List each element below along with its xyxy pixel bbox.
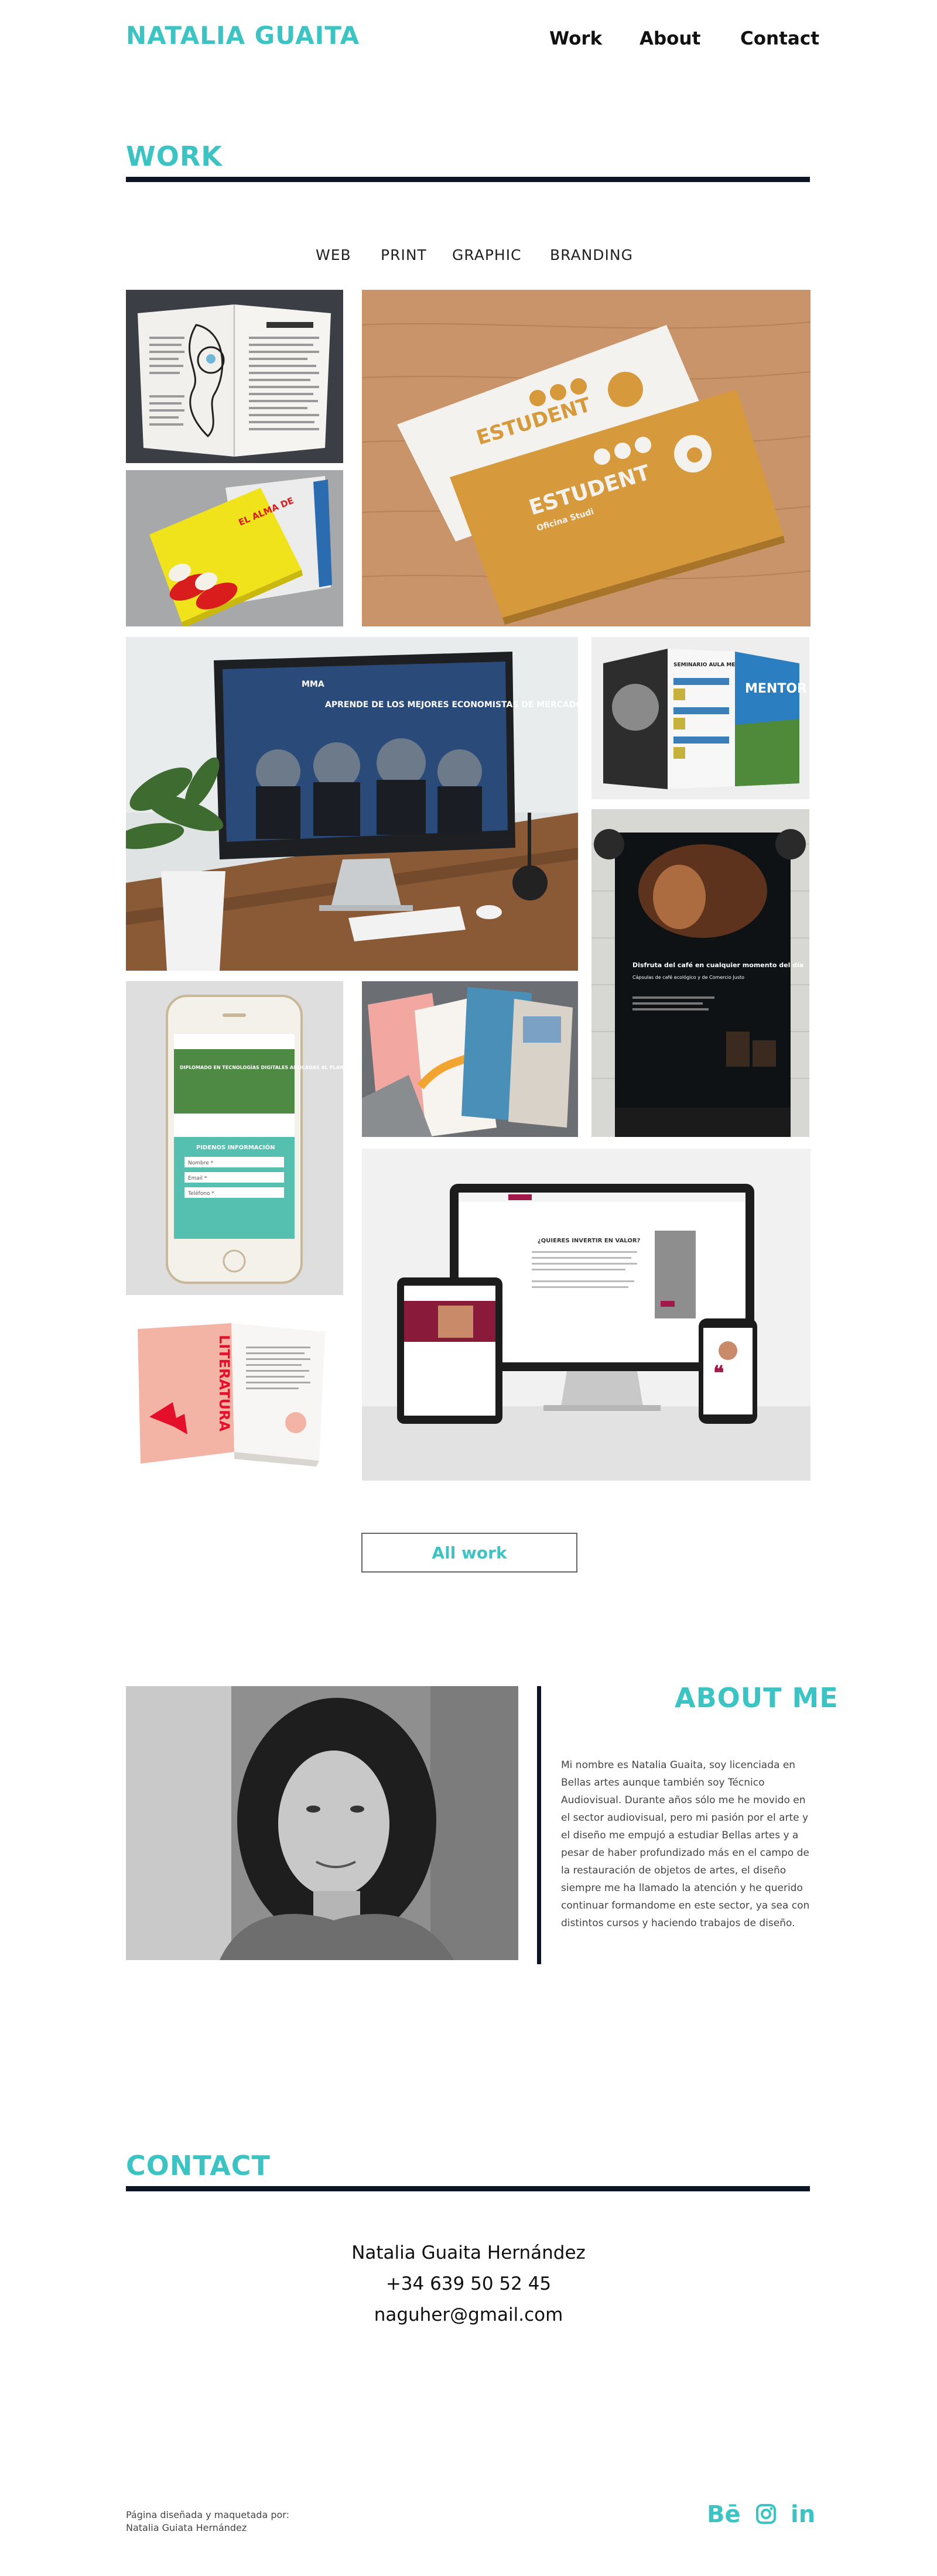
filter-branding[interactable]: BRANDING bbox=[550, 246, 633, 263]
portfolio-tile-brochures[interactable] bbox=[362, 981, 578, 1137]
portfolio-tile-brochure[interactable]: SEMINARIO AULA MENTOR MENTOR bbox=[591, 637, 809, 799]
portfolio-tile-book[interactable]: EL ALMA DE bbox=[126, 470, 343, 626]
all-work-button[interactable]: All work bbox=[361, 1533, 577, 1573]
about-vertical-rule bbox=[537, 1686, 541, 1964]
nav-contact-link[interactable]: Contact bbox=[740, 28, 819, 49]
phone-headline-text: DIPLOMADO EN TECNOLOGÍAS DIGITALES APLIC… bbox=[180, 1064, 343, 1070]
imac-illustration: APRENDE DE LOS MEJORES ECONOMISTAS DE ME… bbox=[126, 637, 578, 971]
portfolio-tile-imac[interactable]: APRENDE DE LOS MEJORES ECONOMISTAS DE ME… bbox=[126, 637, 578, 971]
poster-illustration: Disfruta del café en cualquier momento d… bbox=[591, 829, 809, 1137]
work-section-title: WORK bbox=[126, 141, 223, 172]
contact-section-title: CONTACT bbox=[126, 2150, 271, 2181]
brochure-illustration: SEMINARIO AULA MENTOR MENTOR bbox=[603, 649, 807, 789]
devices-headline-text: ¿QUIERES INVERTIR EN VALOR? bbox=[538, 1238, 641, 1244]
brochures-illustration bbox=[362, 987, 573, 1137]
poster-headline-text: Disfruta del café en cualquier momento d… bbox=[632, 961, 803, 969]
literatura-illustration: LITERATURA bbox=[138, 1323, 325, 1467]
portfolio-tile-literatura[interactable]: LITERATURA bbox=[126, 1306, 343, 1481]
phone-field-phone-text: Teléfono * bbox=[187, 1190, 214, 1197]
portfolio-tile-magazine[interactable] bbox=[126, 290, 343, 463]
linkedin-icon[interactable]: in bbox=[791, 2501, 815, 2528]
nav-work-link[interactable]: Work bbox=[549, 28, 602, 49]
instagram-icon[interactable] bbox=[755, 2503, 777, 2527]
contact-title-rule bbox=[126, 2186, 810, 2191]
filter-graphic[interactable]: GRAPHIC bbox=[452, 246, 522, 263]
imac-brand-text: MMA bbox=[302, 680, 324, 689]
brochure-brand-text: MENTOR bbox=[745, 681, 807, 696]
nav-about-link[interactable]: About bbox=[640, 28, 700, 49]
portrait-illustration bbox=[126, 1686, 518, 1960]
footer-credit-line-2: Natalia Guiata Hernández bbox=[126, 2522, 247, 2533]
contact-email[interactable]: naguher@gmail.com bbox=[0, 2304, 937, 2325]
estudent-illustration: ESTUDENT ESTUDENT Oficina Studi bbox=[362, 321, 811, 625]
devices-quote-glyph: ❝ bbox=[713, 1362, 724, 1385]
phone-field-email-text: Email * bbox=[188, 1176, 207, 1181]
portfolio-tile-devices[interactable]: ¿QUIERES INVERTIR EN VALOR? ❝ bbox=[362, 1149, 811, 1481]
phone-field-name-text: Nombre * bbox=[188, 1160, 214, 1166]
phone-form-title-text: PIDENOS INFORMACIÓN bbox=[196, 1143, 275, 1151]
behance-icon[interactable]: Bē bbox=[707, 2501, 741, 2528]
filter-web[interactable]: WEB bbox=[316, 246, 351, 263]
filter-print[interactable]: PRINT bbox=[381, 246, 427, 263]
contact-name: Natalia Guaita Hernández bbox=[351, 2242, 586, 2263]
phone-illustration: DIPLOMADO EN TECNOLOGÍAS DIGITALES APLIC… bbox=[166, 995, 343, 1284]
imac-headline-text: APRENDE DE LOS MEJORES ECONOMISTAS DE ME… bbox=[325, 700, 578, 710]
portfolio-tile-phone[interactable]: DIPLOMADO EN TECNOLOGÍAS DIGITALES APLIC… bbox=[126, 981, 343, 1295]
about-section-title: ABOUT ME bbox=[675, 1682, 839, 1714]
about-bio-text: Mi nombre es Natalia Guaita, soy licenci… bbox=[561, 1759, 810, 1929]
poster-subline-text: Cápsulas de café ecológico y de Comercio… bbox=[632, 974, 744, 980]
footer-credit-line-1: Página diseñada y maquetada por: bbox=[126, 2509, 289, 2520]
literatura-title-text: LITERATURA bbox=[216, 1335, 232, 1432]
work-title-rule bbox=[126, 177, 810, 182]
magazine-illustration bbox=[138, 304, 331, 457]
site-logo[interactable]: NATALIA GUAITA bbox=[126, 21, 360, 50]
devices-illustration: ¿QUIERES INVERTIR EN VALOR? ❝ bbox=[362, 1184, 811, 1481]
about-portrait bbox=[126, 1686, 518, 1960]
book-illustration: EL ALMA DE bbox=[149, 476, 332, 626]
footer-credit: Página diseñada y maquetada por: Natalia… bbox=[126, 2509, 289, 2534]
portfolio-tile-poster[interactable]: Disfruta del café en cualquier momento d… bbox=[591, 809, 809, 1137]
portfolio-tile-estudent[interactable]: ESTUDENT ESTUDENT Oficina Studi bbox=[362, 290, 811, 626]
contact-phone[interactable]: +34 639 50 52 45 bbox=[0, 2273, 937, 2294]
